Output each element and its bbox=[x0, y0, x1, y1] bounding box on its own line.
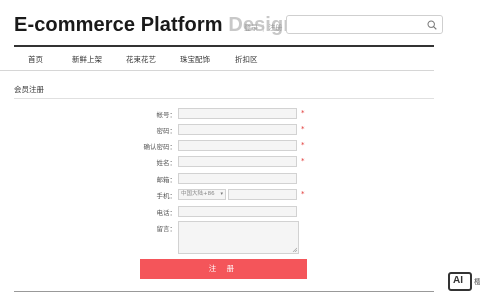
site-header: E-commerce Platform Design 登录 | 注册 bbox=[14, 12, 443, 40]
message-label: 留言： bbox=[156, 225, 177, 233]
confirm-password-label: 确认密码： bbox=[143, 143, 177, 151]
tel-label: 电话： bbox=[156, 209, 177, 217]
phone-label: 手机： bbox=[156, 192, 177, 200]
nav-item-discounts[interactable]: 折扣区 bbox=[235, 54, 258, 65]
account-label: 帐号： bbox=[156, 111, 177, 119]
ai-badge[interactable]: AI bbox=[448, 272, 472, 291]
login-link[interactable]: 登录 bbox=[244, 23, 258, 33]
nav-divider bbox=[0, 70, 434, 71]
password-label: 密码： bbox=[156, 127, 177, 135]
name-label: 姓名： bbox=[156, 159, 177, 167]
tel-field[interactable] bbox=[178, 206, 297, 217]
phone-required-mark: * bbox=[301, 190, 305, 198]
account-field[interactable] bbox=[178, 108, 297, 119]
page-title: 会员注册 bbox=[14, 85, 44, 94]
confirm-password-required-mark: * bbox=[301, 141, 305, 149]
nav-item-new-arrivals[interactable]: 新鲜上架 bbox=[72, 54, 102, 65]
nav-item-home[interactable]: 首页 bbox=[28, 54, 43, 65]
confirm-password-field[interactable] bbox=[178, 140, 297, 151]
nav-item-flowers[interactable]: 花束花艺 bbox=[126, 54, 156, 65]
password-field[interactable] bbox=[178, 124, 297, 135]
email-label: 邮箱： bbox=[156, 176, 177, 184]
nav-item-jewelry[interactable]: 珠宝配饰 bbox=[180, 54, 210, 65]
email-field[interactable] bbox=[178, 173, 297, 184]
logo-primary-text: E-commerce Platform bbox=[14, 14, 223, 36]
message-textarea[interactable] bbox=[178, 221, 299, 254]
register-link[interactable]: 注册 bbox=[268, 23, 282, 33]
resize-grip-icon[interactable] bbox=[292, 247, 297, 252]
footer-divider bbox=[14, 291, 434, 292]
phone-field[interactable] bbox=[228, 189, 297, 200]
password-required-mark: * bbox=[301, 125, 305, 133]
search-icon[interactable] bbox=[427, 20, 437, 30]
account-required-mark: * bbox=[301, 109, 305, 117]
ai-badge-side-text: 樱 bbox=[474, 278, 480, 286]
register-submit-button[interactable]: 注 册 bbox=[140, 259, 307, 279]
section-divider bbox=[14, 98, 434, 99]
auth-links: 登录 | 注册 bbox=[244, 23, 282, 33]
search-input[interactable] bbox=[291, 18, 419, 31]
country-code-value: 中国大陆+86 bbox=[181, 191, 215, 197]
country-code-select[interactable]: 中国大陆+86 ▾ bbox=[178, 189, 226, 200]
main-nav: 首页 新鲜上架 花束花艺 珠宝配饰 折扣区 bbox=[14, 47, 434, 71]
search-box bbox=[286, 15, 443, 34]
name-required-mark: * bbox=[301, 157, 305, 165]
ai-badge-text: AI bbox=[453, 275, 463, 286]
auth-separator: | bbox=[262, 24, 265, 32]
chevron-down-icon: ▾ bbox=[220, 191, 223, 197]
name-field[interactable] bbox=[178, 156, 297, 167]
